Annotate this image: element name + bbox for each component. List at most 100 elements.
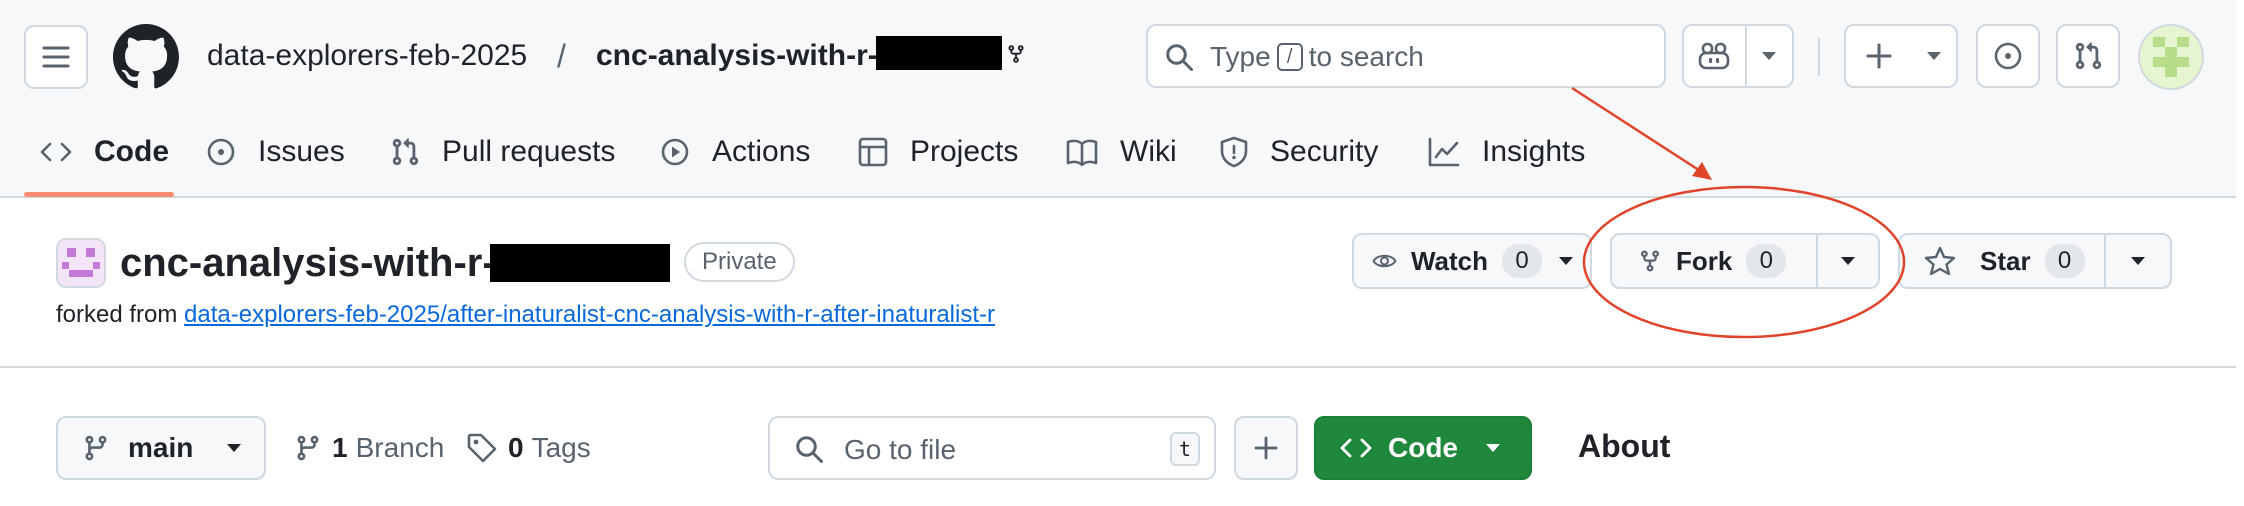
watch-count: 0 [1502, 244, 1542, 278]
global-search-input[interactable]: Type / to search [1146, 24, 1666, 88]
fork-button-group[interactable]: Fork 0 [1610, 233, 1880, 289]
watch-dropdown[interactable] [1542, 235, 1590, 287]
global-header: data-explorers-feb-2025 / cnc-analysis-w… [0, 0, 2236, 198]
fork-dropdown[interactable] [1816, 235, 1878, 287]
go-to-file-shortcut-key: t [1170, 432, 1200, 466]
tab-label: Insights [1482, 135, 1586, 168]
code-button-label: Code [1388, 432, 1458, 463]
search-prefix: Type [1210, 41, 1271, 72]
add-file-button[interactable] [1234, 416, 1298, 480]
fork-label: Fork [1676, 245, 1733, 276]
caret-down-icon [1841, 257, 1855, 265]
code-icon [40, 142, 72, 162]
plus-icon [1866, 43, 1892, 69]
caret-down-icon [227, 444, 242, 452]
branch-count-label: Branch [355, 432, 445, 463]
repo-owner-avatar[interactable] [56, 238, 106, 288]
caret-down-icon [2131, 257, 2145, 265]
search-icon [1166, 44, 1193, 71]
caret-down-icon [1559, 257, 1573, 265]
tab-issues[interactable]: Issues [206, 134, 345, 170]
about-heading: About [1578, 428, 1671, 464]
tag-count: 0 [508, 432, 524, 463]
tab-projects[interactable]: Projects [858, 134, 1018, 170]
tab-code[interactable]: Code [40, 134, 169, 170]
search-suffix: to search [1308, 41, 1424, 72]
header-divider [1818, 38, 1820, 76]
tab-label: Projects [910, 135, 1019, 168]
forked-from-label: forked from [56, 301, 178, 328]
caret-down-icon [1762, 52, 1777, 60]
tag-count-label: Tags [531, 432, 591, 463]
identicon-icon [2153, 37, 2189, 77]
eye-icon [1372, 254, 1397, 268]
copilot-button[interactable] [1684, 26, 1747, 86]
repo-forked-icon [1641, 250, 1659, 272]
tab-label: Security [1270, 135, 1379, 168]
menu-button[interactable] [24, 25, 88, 89]
caret-down-icon [1927, 52, 1941, 60]
branch-selector[interactable]: main [56, 416, 266, 480]
tab-actions[interactable]: Actions [660, 134, 810, 170]
tags-link[interactable]: 0 Tags [466, 430, 591, 466]
fork-count: 0 [1746, 244, 1787, 278]
issue-opened-icon [207, 138, 235, 166]
star-icon [1924, 246, 1956, 276]
repo-title[interactable]: cnc-analysis-with-r- [120, 240, 496, 286]
branch-name: main [128, 432, 194, 463]
copilot-dropdown[interactable] [1747, 26, 1792, 86]
identicon-icon [62, 248, 100, 277]
git-branch-icon [85, 435, 107, 461]
tab-wiki[interactable]: Wiki [1066, 134, 1177, 170]
go-to-file-input[interactable]: Go to file t [768, 416, 1216, 480]
book-icon [1066, 139, 1098, 166]
redaction-bar [876, 36, 1002, 70]
search-icon [796, 436, 823, 463]
branches-link[interactable]: 1 Branch [294, 430, 444, 466]
forked-from-link[interactable]: data-explorers-feb-2025/after-inaturalis… [184, 301, 995, 328]
graph-icon [1428, 137, 1460, 167]
search-shortcut-key: / [1276, 43, 1303, 71]
tab-pull-requests[interactable]: Pull requests [390, 134, 615, 170]
watch-label: Watch [1410, 245, 1488, 276]
tab-security[interactable]: Security [1220, 134, 1378, 170]
breadcrumb-org[interactable]: data-explorers-feb-2025 [207, 38, 527, 74]
copilot-split-button[interactable] [1682, 24, 1794, 88]
redaction-bar [490, 244, 670, 282]
tab-label: Wiki [1120, 135, 1177, 168]
repo-forked-icon [1008, 45, 1024, 63]
git-pull-request-icon [2075, 42, 2102, 70]
create-dropdown[interactable] [1912, 26, 1956, 86]
star-button-group[interactable]: Star 0 [1898, 233, 2172, 289]
hamburger-icon [42, 46, 70, 68]
section-divider [0, 366, 2236, 368]
watch-button[interactable]: Watch 0 [1354, 235, 1542, 287]
plus-button[interactable] [1846, 26, 1912, 86]
tab-insights[interactable]: Insights [1428, 134, 1585, 170]
watch-button-group[interactable]: Watch 0 [1352, 233, 1592, 289]
play-icon [661, 138, 689, 166]
issues-button[interactable] [1976, 24, 2040, 88]
breadcrumb-repo[interactable]: cnc-analysis-with-r- [596, 38, 878, 74]
star-dropdown[interactable] [2104, 235, 2170, 287]
git-pull-request-icon [392, 138, 419, 166]
table-icon [858, 137, 888, 167]
visibility-badge: Private [684, 242, 795, 282]
pull-requests-button[interactable] [2056, 24, 2120, 88]
code-icon [1340, 438, 1372, 458]
fork-button[interactable]: Fork 0 [1612, 235, 1816, 287]
star-button[interactable]: Star 0 [1900, 235, 2104, 287]
forked-from-line: forked from data-explorers-feb-2025/afte… [56, 300, 995, 330]
user-avatar[interactable] [2138, 24, 2204, 90]
issue-opened-icon [1994, 42, 2022, 70]
github-logo-icon[interactable] [113, 24, 179, 90]
create-new-button[interactable] [1844, 24, 1958, 88]
go-to-file-placeholder: Go to file [844, 434, 957, 465]
tab-label: Actions [712, 135, 811, 168]
search-placeholder: Type / to search [1210, 41, 1424, 73]
tag-icon [467, 433, 497, 463]
star-count: 0 [2044, 244, 2085, 278]
code-button[interactable]: Code [1314, 416, 1532, 480]
active-tab-indicator [24, 192, 174, 197]
branch-count: 1 [332, 432, 348, 463]
